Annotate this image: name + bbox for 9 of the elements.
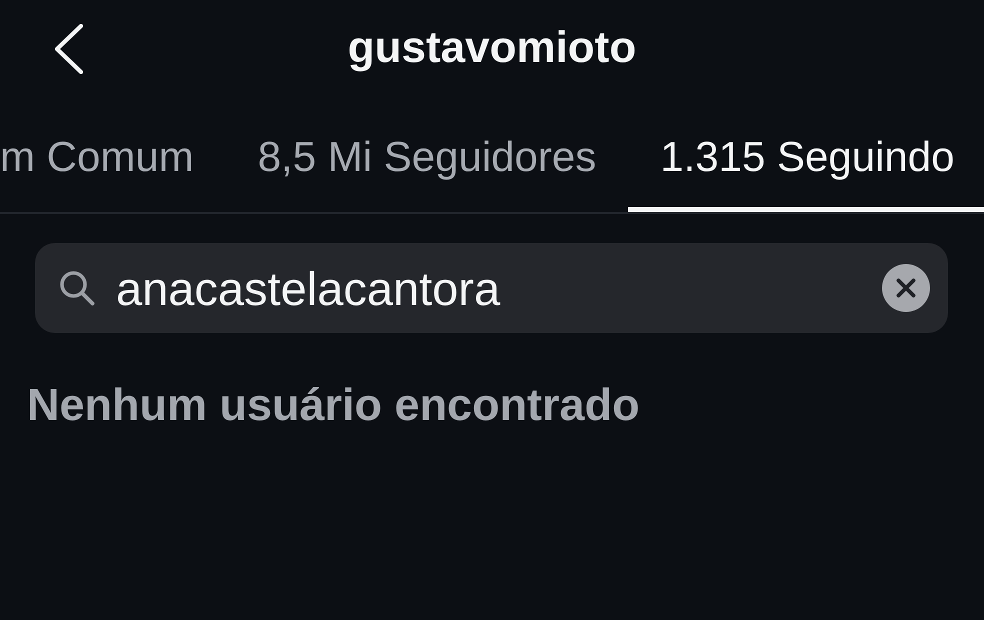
tab[interactable]: m Comum: [0, 96, 226, 212]
search-field[interactable]: anacastelacantora: [35, 243, 948, 333]
tab[interactable]: 8,5 Mi Seguidores: [226, 96, 628, 212]
search-icon: [59, 270, 95, 306]
clear-button[interactable]: [882, 264, 930, 312]
profile-username-title: gustavomioto: [348, 23, 636, 73]
tab[interactable]: 1.315 Seguindo: [628, 96, 984, 212]
clear-icon: [882, 264, 930, 312]
no-users-found-message: Nenhum usuário encontrado: [27, 379, 640, 431]
